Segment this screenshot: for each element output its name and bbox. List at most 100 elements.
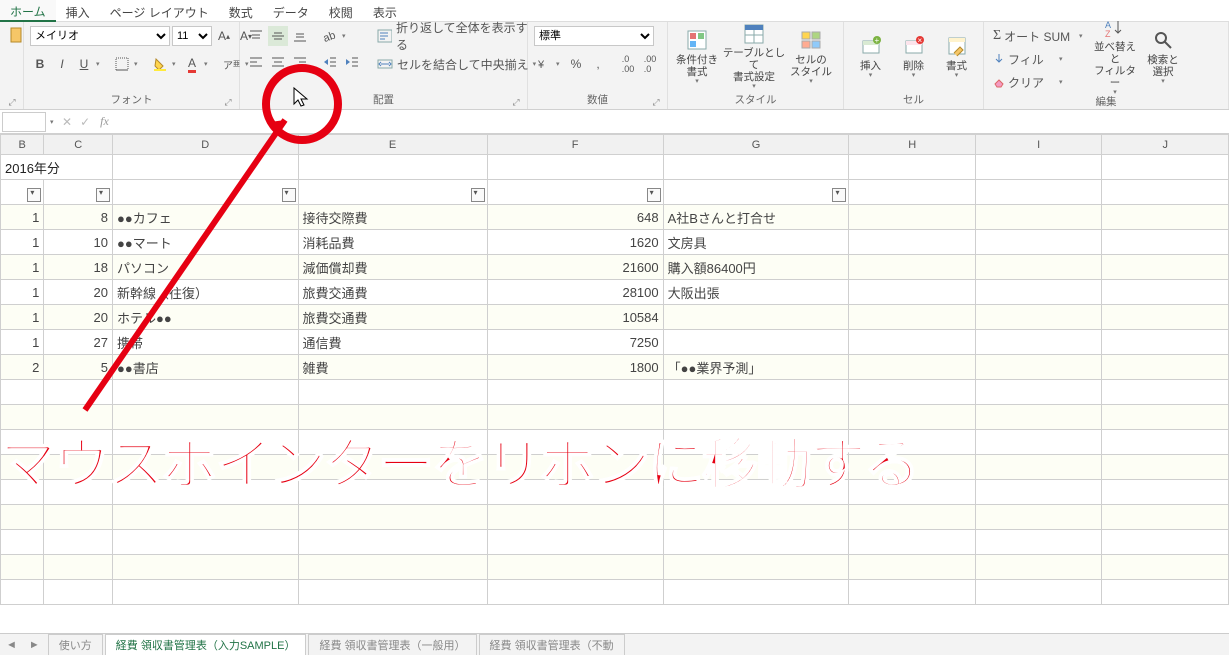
table-row[interactable]: 118パソコン減価償却費21600購入額86400円: [1, 255, 1229, 280]
align-right-button[interactable]: [290, 52, 310, 72]
tab-view[interactable]: 表示: [363, 1, 407, 21]
table-row-empty[interactable]: [1, 405, 1229, 430]
filter-icon[interactable]: [27, 188, 41, 202]
cancel-formula-icon[interactable]: ✕: [58, 115, 76, 129]
align-bottom-button[interactable]: [290, 26, 310, 46]
underline-button[interactable]: U: [74, 54, 94, 74]
comma-format-button[interactable]: ,: [588, 54, 608, 74]
table-header-day[interactable]: 日: [44, 180, 113, 205]
table-header-category[interactable]: 該当項目: [298, 180, 487, 205]
paste-button[interactable]: [6, 26, 26, 46]
col-header[interactable]: C: [44, 135, 113, 155]
tab-nav-prev[interactable]: ◄: [0, 639, 23, 651]
alignment-dialog-launcher[interactable]: ⤢: [511, 97, 521, 107]
font-color-button[interactable]: A: [182, 54, 202, 74]
col-header[interactable]: B: [1, 135, 44, 155]
number-dialog-launcher[interactable]: ⤢: [651, 97, 661, 107]
worksheet-area[interactable]: B C D E F G H I J 2016年分 月 日 支払先・内容等 該当項…: [0, 134, 1229, 633]
align-middle-button[interactable]: [268, 26, 288, 46]
filter-icon[interactable]: [282, 188, 296, 202]
tab-insert[interactable]: 挿入: [56, 1, 100, 21]
table-header-note[interactable]: 備考: [663, 180, 849, 205]
sheet-tab-active[interactable]: 経費 領収書管理表（入力SAMPLE）: [105, 634, 307, 655]
table-row-empty[interactable]: [1, 455, 1229, 480]
filter-icon[interactable]: [471, 188, 485, 202]
fx-icon[interactable]: fx: [94, 114, 115, 129]
format-as-table-button[interactable]: テーブルとして 書式設定▾: [722, 26, 786, 88]
filter-icon[interactable]: [832, 188, 846, 202]
font-size-select[interactable]: 11: [172, 26, 212, 46]
align-left-button[interactable]: [246, 52, 266, 72]
font-name-select[interactable]: メイリオ: [30, 26, 170, 46]
fill-button[interactable]: フィル▾: [990, 49, 1070, 69]
delete-cells-button[interactable]: × 削除▾: [893, 26, 934, 88]
number-format-select[interactable]: 標準: [534, 26, 654, 46]
col-header[interactable]: D: [113, 135, 299, 155]
table-row[interactable]: 127携帯通信費7250: [1, 330, 1229, 355]
table-row-empty[interactable]: [1, 430, 1229, 455]
bold-button[interactable]: B: [30, 54, 50, 74]
table-row-empty[interactable]: [1, 530, 1229, 555]
increase-decimal-button[interactable]: .0.00: [618, 54, 638, 74]
tab-home[interactable]: ホーム: [0, 0, 56, 22]
table-header-amount[interactable]: 金額: [487, 180, 663, 205]
table-row-empty[interactable]: [1, 480, 1229, 505]
percent-format-button[interactable]: %: [566, 54, 586, 74]
font-dialog-launcher[interactable]: ⤢: [223, 97, 233, 107]
italic-button[interactable]: I: [52, 54, 72, 74]
align-center-button[interactable]: [268, 52, 288, 72]
increase-font-button[interactable]: A▴: [214, 26, 234, 46]
border-button[interactable]: [112, 54, 132, 74]
col-header[interactable]: F: [487, 135, 663, 155]
sheet-title[interactable]: 2016年分: [1, 155, 113, 180]
clear-button[interactable]: クリア▾: [990, 72, 1070, 92]
filter-icon[interactable]: [647, 188, 661, 202]
tab-review[interactable]: 校閲: [319, 1, 363, 21]
table-row-empty[interactable]: [1, 580, 1229, 605]
autosum-button[interactable]: Σオート SUM▾: [990, 26, 1090, 46]
align-top-button[interactable]: [246, 26, 266, 46]
col-header[interactable]: I: [975, 135, 1102, 155]
table-row[interactable]: 120新幹線（往復）旅費交通費28100大阪出張: [1, 280, 1229, 305]
increase-indent-button[interactable]: [342, 52, 362, 72]
col-header[interactable]: G: [663, 135, 849, 155]
col-header[interactable]: H: [849, 135, 976, 155]
col-header[interactable]: J: [1102, 135, 1229, 155]
format-cells-button[interactable]: 書式▾: [936, 26, 977, 88]
sort-filter-button[interactable]: AZ 並べ替えと フィルター▾: [1092, 26, 1138, 88]
table-row[interactable]: 110●●マート消耗品費1620文房具: [1, 230, 1229, 255]
sheet-tab[interactable]: 経費 領収書管理表（一般用）: [308, 634, 476, 655]
insert-cells-button[interactable]: + 挿入▾: [850, 26, 891, 88]
accounting-format-button[interactable]: ¥: [534, 54, 554, 74]
table-row-empty[interactable]: [1, 505, 1229, 530]
enter-formula-icon[interactable]: ✓: [76, 115, 94, 129]
table-header-payee[interactable]: 支払先・内容等: [113, 180, 299, 205]
tab-data[interactable]: データ: [263, 1, 319, 21]
sheet-tab[interactable]: 使い方: [48, 634, 103, 655]
col-header[interactable]: E: [298, 135, 487, 155]
table-row[interactable]: 25●●書店雑費1800「●●業界予測」: [1, 355, 1229, 380]
merge-center-button[interactable]: セルを結合して中央揃え▾: [374, 54, 544, 74]
tab-formulas[interactable]: 数式: [219, 1, 263, 21]
tab-page-layout[interactable]: ページ レイアウト: [100, 1, 219, 21]
table-row[interactable]: 18●●カフェ接待交際費648A社Bさんと打合せ: [1, 205, 1229, 230]
decrease-indent-button[interactable]: [320, 52, 340, 72]
table-header-month[interactable]: 月: [1, 180, 44, 205]
svg-text:Z: Z: [1105, 29, 1111, 39]
formula-input[interactable]: [115, 112, 1229, 132]
find-select-button[interactable]: 検索と 選択▾: [1140, 26, 1186, 88]
table-row-empty[interactable]: [1, 555, 1229, 580]
conditional-format-button[interactable]: 条件付き 書式▾: [674, 26, 720, 88]
decrease-decimal-button[interactable]: .00.0: [640, 54, 660, 74]
name-box[interactable]: [2, 112, 46, 132]
clipboard-dialog-launcher[interactable]: ⤢: [7, 97, 17, 107]
sheet-tab[interactable]: 経費 領収書管理表（不動: [479, 634, 625, 655]
filter-icon[interactable]: [96, 188, 110, 202]
tab-nav-next[interactable]: ►: [23, 639, 46, 651]
orientation-button[interactable]: ab: [320, 26, 340, 46]
fill-color-button[interactable]: [150, 54, 170, 74]
table-row-empty[interactable]: [1, 380, 1229, 405]
wrap-text-button[interactable]: 折り返して全体を表示する: [374, 26, 534, 46]
table-row[interactable]: 120ホテル●●旅費交通費10584: [1, 305, 1229, 330]
cell-styles-button[interactable]: セルの スタイル▾: [788, 26, 834, 88]
